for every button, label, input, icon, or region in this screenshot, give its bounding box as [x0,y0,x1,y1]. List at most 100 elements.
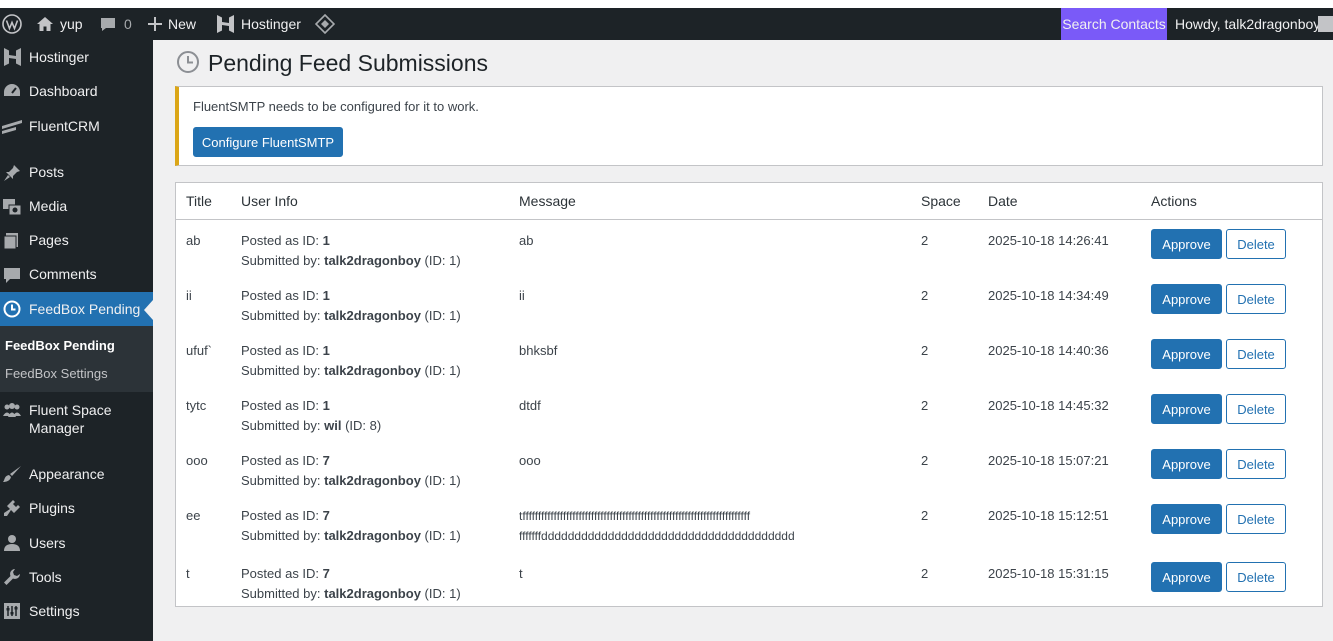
howdy-user-link[interactable]: Howdy, talk2dragonboy [1175,8,1320,40]
sidebar-item-label: Dashboard [29,83,98,99]
posted-as: Posted as ID: 1 [241,288,330,303]
top-strip [0,0,1333,8]
approve-button[interactable]: Approve [1151,449,1222,479]
space-id: 2 [921,343,929,358]
table-header: Title User Info Message Space Date Actio… [176,183,1322,220]
submission-title: ooo [186,453,208,468]
posted-id: 1 [322,343,330,358]
message-line: tfffffffffffffffffffffffffffffffffffffff… [519,509,751,523]
space-id: 2 [921,288,929,303]
submitted-by: Submitted by: talk2dragonboy (ID: 1) [241,308,461,323]
fluentsmtp-notice: FluentSMTP needs to be configured for it… [175,86,1323,166]
submission-date: 2025-10-18 15:31:15 [988,566,1109,581]
approve-button[interactable]: Approve [1151,562,1222,592]
user-info: Posted as ID: 7 Submitted by: talk2drago… [241,451,461,491]
posted-as: Posted as ID: 1 [241,343,330,358]
avatar[interactable] [1318,16,1333,32]
table-row: ee Posted as ID: 7 Submitted by: talk2dr… [176,495,1322,550]
submission-date: 2025-10-18 15:12:51 [988,508,1109,523]
sidebar-item-posts[interactable]: Posts [0,158,153,192]
admin-bar: yup 0 New Hostinger Search Contacts Howd… [0,8,1333,40]
approve-button[interactable]: Approve [1151,229,1222,259]
delete-button[interactable]: Delete [1226,562,1286,592]
user-info: Posted as ID: 7 Submitted by: talk2drago… [241,564,461,604]
delete-button[interactable]: Delete [1226,449,1286,479]
column-header-user-info[interactable]: User Info [241,193,298,209]
sidebar-item-feedbox-pending[interactable]: FeedBox Pending [0,292,153,326]
fluentcrm-icon [2,117,22,137]
submitted-prefix: Submitted by: [241,418,321,433]
new-content-link[interactable]: New [148,8,196,40]
sidebar-item-users[interactable]: Users [0,529,153,563]
submitter-name: wil [324,418,342,433]
sidebar-item-comments[interactable]: Comments [0,260,153,294]
plus-icon [148,17,162,31]
plugin-icon [2,498,22,518]
diamond-plugin-icon[interactable] [315,8,335,40]
approve-button[interactable]: Approve [1151,339,1222,369]
submitter-name: talk2dragonboy [324,363,421,378]
comments-link[interactable]: 0 [100,8,132,40]
delete-button[interactable]: Delete [1226,229,1286,259]
submitter-id: (ID: 1) [424,253,461,268]
submenu-item-feedbox-pending[interactable]: FeedBox Pending [5,338,115,353]
wordpress-logo-icon[interactable] [2,8,22,40]
submission-message: bhksbf [519,341,557,361]
posted-prefix: Posted as ID: [241,398,320,413]
column-header-title[interactable]: Title [186,193,212,209]
submission-date: 2025-10-18 14:45:32 [988,398,1109,413]
submission-title: t [186,566,190,581]
sidebar-item-tools[interactable]: Tools [0,563,153,597]
search-contacts-button[interactable]: Search Contacts [1061,8,1167,40]
sidebar-item-fluent-space-manager[interactable]: Fluent Space Manager [0,398,153,442]
table-row: ab Posted as ID: 1 Submitted by: talk2dr… [176,220,1322,275]
site-name: yup [60,16,83,32]
submitter-name: talk2dragonboy [324,253,421,268]
submission-title: ufuf` [186,343,213,358]
configure-fluentsmtp-button[interactable]: Configure FluentSMTP [193,127,343,157]
posted-as: Posted as ID: 1 [241,398,330,413]
sidebar-item-label: FeedBox Pending [29,301,141,317]
submission-date: 2025-10-18 14:26:41 [988,233,1109,248]
hostinger-icon [216,14,235,34]
sidebar-item-fluentcrm[interactable]: FluentCRM [0,108,153,148]
sidebar-item-plugins[interactable]: Plugins [0,494,153,528]
comment-bubble-icon [100,17,116,32]
sidebar-item-hostinger[interactable]: Hostinger [0,40,153,74]
space-id: 2 [921,233,929,248]
submission-date: 2025-10-18 14:34:49 [988,288,1109,303]
submissions-table: Title User Info Message Space Date Actio… [175,182,1323,607]
submenu-item-feedbox-settings[interactable]: FeedBox Settings [5,366,108,381]
clock-icon [2,299,22,319]
column-header-message[interactable]: Message [519,193,576,209]
sidebar-item-media[interactable]: Media [0,192,153,226]
sidebar-item-pages[interactable]: Pages [0,226,153,260]
sidebar-item-appearance[interactable]: Appearance [0,460,153,494]
sidebar-item-label: Media [29,198,68,214]
hostinger-link[interactable]: Hostinger [216,8,301,40]
column-header-date[interactable]: Date [988,193,1018,209]
dashboard-icon [2,81,22,101]
sidebar-item-label: Plugins [29,500,75,516]
delete-button[interactable]: Delete [1226,394,1286,424]
column-header-space[interactable]: Space [921,193,961,209]
approve-button[interactable]: Approve [1151,284,1222,314]
approve-button[interactable]: Approve [1151,504,1222,534]
posted-prefix: Posted as ID: [241,508,320,523]
sidebar-item-label: Hostinger [29,49,89,65]
user-info: Posted as ID: 1 Submitted by: wil (ID: 8… [241,396,381,436]
delete-button[interactable]: Delete [1226,284,1286,314]
groups-icon [2,401,22,421]
submitter-name: talk2dragonboy [324,473,421,488]
site-name-link[interactable]: yup [36,8,83,40]
approve-button[interactable]: Approve [1151,394,1222,424]
settings-icon [2,601,22,621]
sidebar-item-label: Tools [29,569,62,585]
delete-button[interactable]: Delete [1226,504,1286,534]
user-info: Posted as ID: 1 Submitted by: talk2drago… [241,231,461,271]
submission-date: 2025-10-18 14:40:36 [988,343,1109,358]
sidebar-item-settings[interactable]: Settings [0,597,153,631]
current-menu-arrow [144,300,153,320]
sidebar-item-dashboard[interactable]: Dashboard [0,74,153,108]
delete-button[interactable]: Delete [1226,339,1286,369]
